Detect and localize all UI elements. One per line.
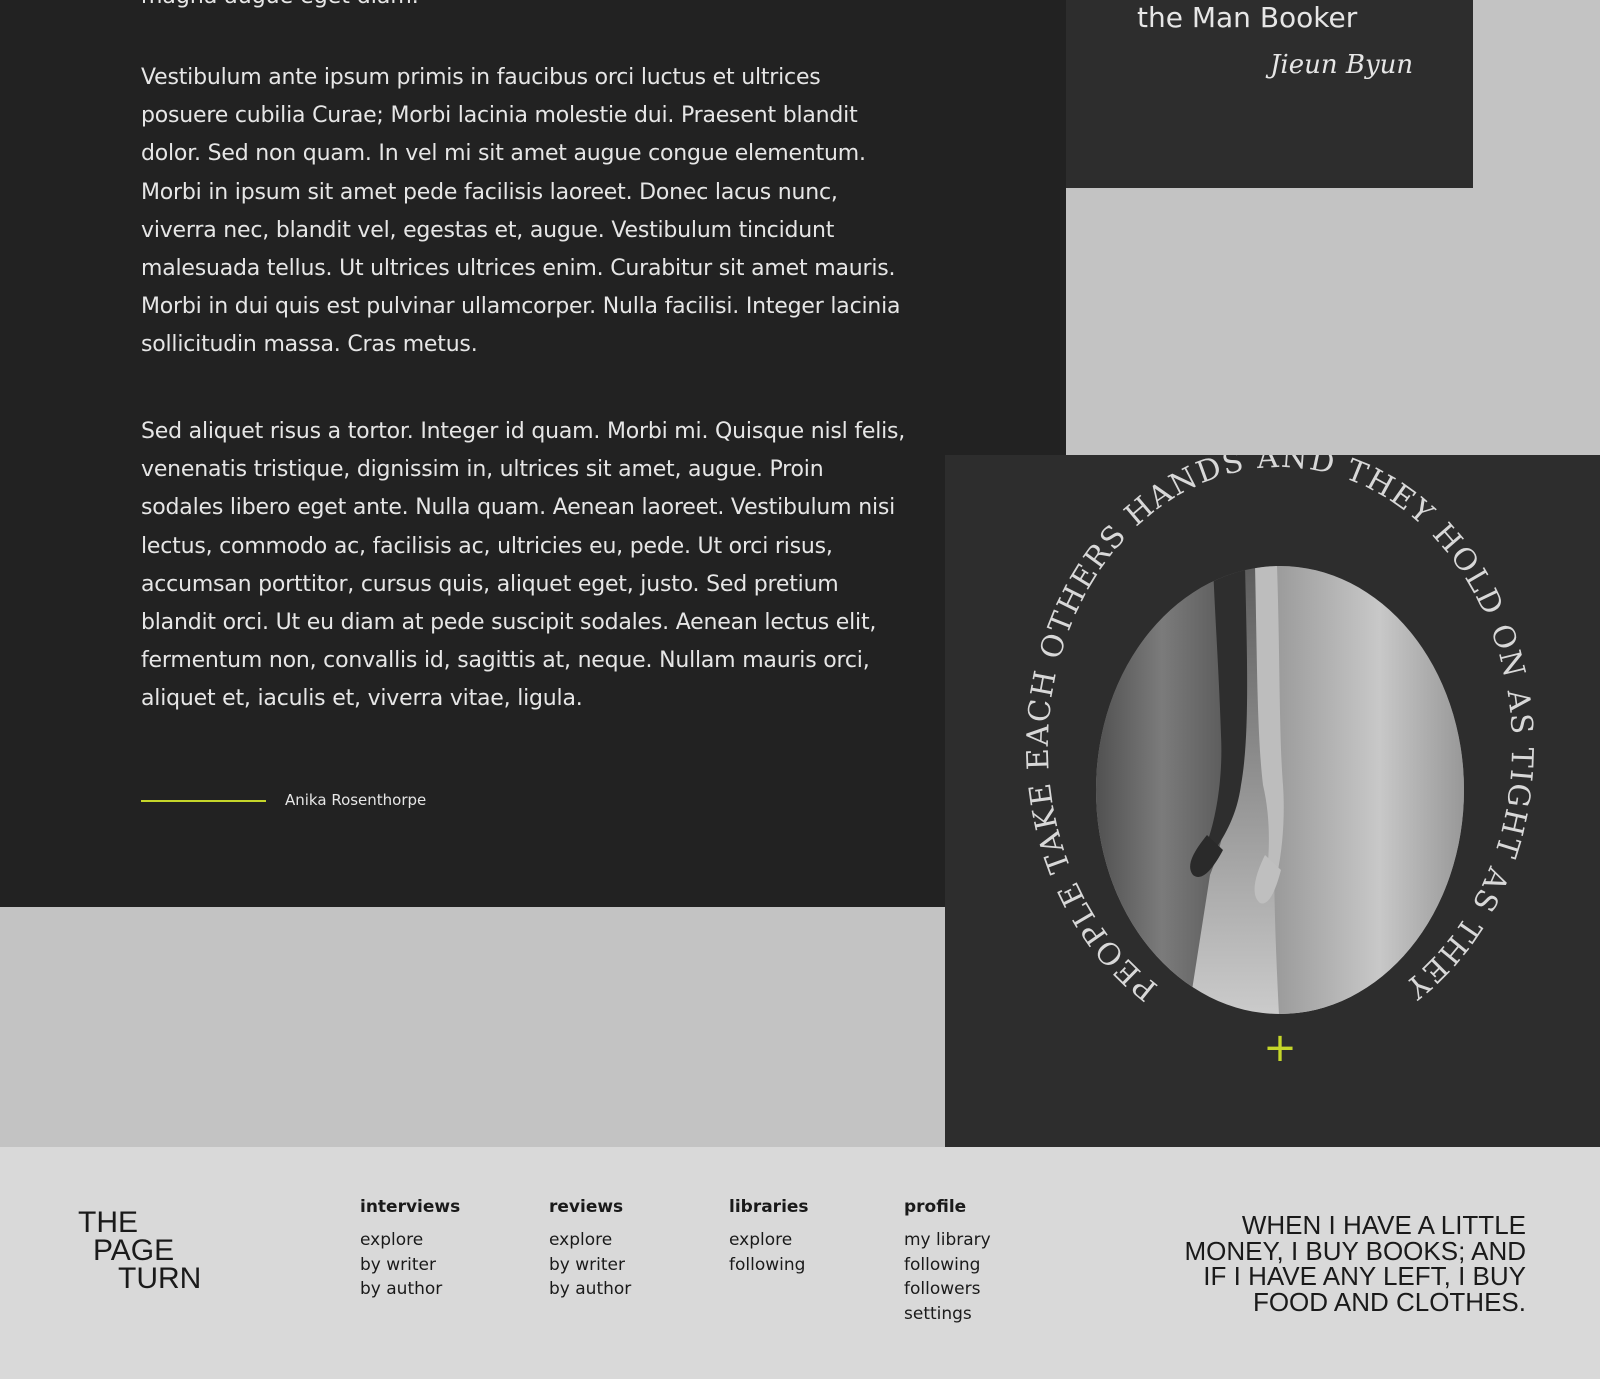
footer-heading-profile: profile [904,1197,967,1217]
footer-column-interviews: interviews explore by writer by author [360,1195,460,1302]
footer-column-reviews: reviews explore by writer by author [549,1195,631,1302]
footer-link-reviews-by-writer[interactable]: by writer [549,1253,631,1278]
footer-link-libraries-following[interactable]: following [729,1253,809,1278]
article-paragraph-cut: magna augue eget diam. [141,0,419,16]
illustration-graphic: PEOPLE TAKE EACH OTHERS HANDS AND THEY H… [945,455,1538,1071]
footer-link-interviews-by-writer[interactable]: by writer [360,1253,460,1278]
author-accent-line [141,800,266,802]
footer-link-following[interactable]: following [904,1253,991,1278]
article-paragraph-1: Vestibulum ante ipsum primis in faucibus… [141,65,901,358]
footer-heading-interviews: interviews [360,1197,461,1217]
footer-link-settings[interactable]: settings [904,1302,991,1327]
site-logo[interactable]: THE PAGE TURN [78,1206,218,1299]
footer-link-libraries-explore[interactable]: explore [729,1228,809,1253]
footer-heading-reviews: reviews [549,1197,624,1217]
footer-link-my-library[interactable]: my library [904,1228,991,1253]
footer-column-profile: profile my library following followers s… [904,1195,991,1326]
quote-signature: Jieun Byun [1270,50,1414,80]
plus-icon: + [1263,1025,1297,1071]
footer-link-reviews-explore[interactable]: explore [549,1228,631,1253]
logo-line-1: THE [78,1206,138,1239]
author-name: Anika Rosenthorpe [285,791,427,809]
footer-heading-libraries: libraries [729,1197,809,1217]
article-body: magna augue eget diam. Vestibulum ante i… [0,0,1066,907]
footer-quote: WHEN I HAVE A LITTLE MONEY, I BUY BOOKS;… [1184,1210,1526,1317]
logo-line-3: TURN [118,1262,202,1295]
footer-link-interviews-by-author[interactable]: by author [360,1277,460,1302]
footer-column-libraries: libraries explore following [729,1195,809,1277]
footer-link-reviews-by-author[interactable]: by author [549,1277,631,1302]
article-paragraph-2: Sed aliquet risus a tortor. Integer id q… [141,419,906,712]
footer-link-interviews-explore[interactable]: explore [360,1228,460,1253]
quote-text: the Man Booker [1137,1,1358,34]
quote-card: the Man Booker Jieun Byun [1066,0,1473,188]
footer-link-followers[interactable]: followers [904,1277,991,1302]
illustration-card: PEOPLE TAKE EACH OTHERS HANDS AND THEY H… [945,455,1600,1147]
site-footer: THE PAGE TURN interviews explore by writ… [0,1147,1600,1379]
logo-line-2: PAGE [93,1234,175,1267]
